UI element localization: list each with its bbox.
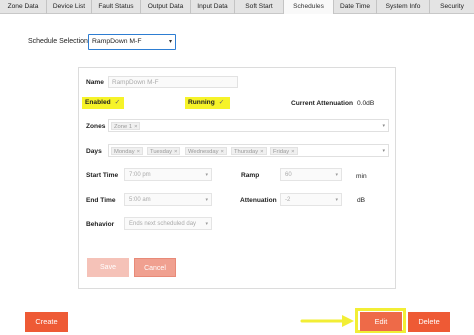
tab-fault-status[interactable]: Fault Status (92, 0, 141, 14)
remove-icon[interactable]: × (134, 124, 137, 130)
schedule-selection-value: RampDown M-F (92, 38, 142, 45)
day-chip[interactable]: Thursday × (231, 147, 267, 155)
start-time-label: Start Time (86, 172, 119, 179)
remove-icon[interactable]: × (137, 149, 140, 155)
current-attenuation-value: 0.0dB (357, 100, 375, 107)
remove-icon[interactable]: × (174, 149, 177, 155)
behavior-dropdown[interactable]: Ends next scheduled day ▾ (124, 217, 212, 230)
remove-icon[interactable]: × (291, 149, 294, 155)
behavior-label: Behavior (86, 221, 115, 228)
days-multiselect[interactable]: Monday × Tuesday × Wednesday × Thursday × Fr… (108, 144, 389, 157)
tab-schedules[interactable]: Schedules (284, 0, 334, 14)
day-chip[interactable]: Wednesday × (185, 147, 227, 155)
current-attenuation-label: Current Attenuation (291, 100, 354, 107)
tab-date-time[interactable]: Date Time (334, 0, 377, 14)
chevron-down-icon: ▾ (205, 197, 208, 203)
attenuation-label: Attenuation (240, 197, 277, 204)
chevron-down-icon: ▾ (335, 172, 338, 178)
end-time-dropdown[interactable]: 5:00 am ▾ (124, 193, 212, 206)
tab-security[interactable]: Security (430, 0, 474, 14)
zones-label: Zones (86, 123, 106, 130)
tab-soft-start[interactable]: Soft Start (235, 0, 284, 14)
check-icon: ✓ (114, 99, 121, 106)
zones-multiselect[interactable]: Zone 1 × ▾ (108, 119, 389, 132)
tab-output-data[interactable]: Output Data (141, 0, 191, 14)
day-chip[interactable]: Monday × (111, 147, 144, 155)
chevron-down-icon: ▾ (205, 221, 208, 227)
chevron-down-icon: ▾ (335, 197, 338, 203)
chevron-down-icon: ▾ (382, 123, 385, 129)
remove-icon[interactable]: × (221, 149, 224, 155)
zone-chip[interactable]: Zone 1 × (111, 122, 141, 130)
create-button[interactable]: Create (25, 312, 68, 332)
ramp-dropdown[interactable]: 60 ▾ (280, 168, 342, 181)
chevron-down-icon: ▾ (168, 39, 172, 45)
tab-system-info[interactable]: System Info (377, 0, 430, 14)
delete-button[interactable]: Delete (408, 312, 450, 332)
enabled-label: Enabled (85, 99, 111, 106)
name-label: Name (86, 79, 104, 86)
save-button[interactable]: Save (87, 258, 129, 277)
chevron-down-icon: ▾ (205, 172, 208, 178)
running-checkbox[interactable]: Running ✓ (185, 97, 230, 109)
days-label: Days (86, 148, 102, 155)
tab-input-data[interactable]: Input Data (191, 0, 235, 14)
schedule-selection-label: Schedule Selection: (28, 38, 90, 45)
day-chip[interactable]: Friday × (270, 147, 298, 155)
enabled-checkbox[interactable]: Enabled ✓ (82, 97, 124, 109)
arrow-right-icon (300, 315, 354, 327)
tab-device-list[interactable]: Device List (47, 0, 92, 14)
edit-button[interactable]: Edit (360, 312, 402, 331)
schedule-selection-dropdown[interactable]: RampDown M-F ▾ (88, 34, 176, 50)
ramp-unit: min (356, 173, 367, 180)
running-label: Running (188, 99, 215, 106)
chevron-down-icon: ▾ (382, 148, 385, 154)
tab-zone-data[interactable]: Zone Data (0, 0, 47, 14)
start-time-dropdown[interactable]: 7:00 pm ▾ (124, 168, 212, 181)
name-input[interactable]: RampDown M-F (108, 76, 238, 88)
end-time-label: End Time (86, 197, 116, 204)
check-icon: ✓ (218, 99, 225, 106)
cancel-button[interactable]: Cancel (134, 258, 176, 277)
attenuation-unit: dB (357, 197, 366, 204)
remove-icon[interactable]: × (260, 149, 263, 155)
top-tab-bar: Zone Data Device List Fault Status Outpu… (0, 0, 474, 14)
ramp-label: Ramp (241, 172, 260, 179)
day-chip[interactable]: Tuesday × (147, 147, 181, 155)
attenuation-dropdown[interactable]: -2 ▾ (280, 193, 342, 206)
